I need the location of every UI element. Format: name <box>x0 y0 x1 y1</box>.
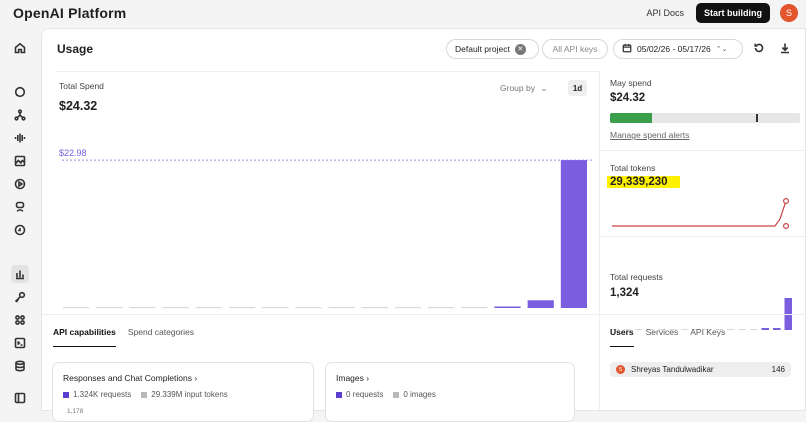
tab-api-capabilities[interactable]: API capabilities <box>53 327 116 347</box>
project-filter[interactable]: Default project ✕ <box>446 39 539 59</box>
capability-stats: 0 requests 0 images <box>336 390 436 399</box>
bar-may-05 <box>162 307 189 309</box>
batch-icon[interactable] <box>11 221 29 239</box>
capability-title: Images › <box>336 373 370 383</box>
spend-progress-fill <box>610 113 652 123</box>
date-range-picker[interactable]: 05/02/26 - 05/17/26 ⌃⌄ <box>613 39 743 59</box>
user-count: 146 <box>771 365 785 374</box>
bar-may-16 <box>527 300 554 308</box>
user-name: Shreyas Tandulwadikar <box>631 365 714 374</box>
tab-spend-categories[interactable]: Spend categories <box>128 327 194 347</box>
breakdown-tabs: Users Services API Keys <box>610 327 725 347</box>
total-tokens-label: Total tokens <box>610 163 656 173</box>
chat-icon[interactable] <box>11 83 29 101</box>
images-icon[interactable] <box>11 152 29 170</box>
date-range-label: 05/02/26 - 05/17/26 <box>637 44 711 54</box>
bar-may-09 <box>295 307 322 309</box>
bar-may-06 <box>195 307 222 309</box>
reference-label: $22.98 <box>59 148 87 158</box>
agents-icon[interactable] <box>11 106 29 124</box>
tab-users[interactable]: Users <box>610 327 634 347</box>
api-keys-filter[interactable]: All API keys <box>542 39 608 59</box>
spend-progress-bar <box>610 113 800 123</box>
bar-may-15 <box>494 306 521 308</box>
bar-may-04 <box>129 307 156 309</box>
tokens-point-end <box>783 197 790 205</box>
download-icon[interactable] <box>779 41 793 55</box>
bar-may-14 <box>461 307 488 309</box>
clear-icon[interactable]: ✕ <box>514 43 526 55</box>
assistants-icon[interactable] <box>11 198 29 216</box>
start-building-button[interactable]: Start building <box>696 3 770 23</box>
may-spend-label: May spend <box>610 78 652 88</box>
capabilities-section: API capabilities Spend categories Respon… <box>42 314 599 422</box>
manage-spend-alerts-link[interactable]: Manage spend alerts <box>610 130 689 140</box>
tokens-line <box>612 200 787 227</box>
home-icon[interactable] <box>11 39 29 57</box>
chevron-right-icon: › <box>194 373 198 383</box>
video-icon[interactable] <box>11 175 29 193</box>
tokens-stat: 29.339M input tokens <box>141 390 228 399</box>
may-spend-card: May spend $24.32 Manage spend alerts <box>600 71 806 151</box>
chevron-right-icon: › <box>366 373 370 383</box>
tokens-sparkline <box>612 197 790 229</box>
api-docs-link[interactable]: API Docs <box>646 8 684 18</box>
avatar: S <box>616 365 625 374</box>
total-requests-label: Total requests <box>610 272 663 282</box>
bar-may-13 <box>428 307 455 309</box>
keys-icon[interactable] <box>11 288 29 306</box>
tab-services[interactable]: Services <box>646 327 679 347</box>
requests-stat: 0 requests <box>336 390 383 399</box>
chevron-updown-icon: ⌃⌄ <box>715 46 728 53</box>
capabilities-tabs: API capabilities Spend categories <box>53 327 194 347</box>
usage-icon[interactable] <box>11 265 29 283</box>
top-bar: OpenAI Platform API Docs Start building … <box>0 0 806 28</box>
images-capability-card[interactable]: Images › 0 requests 0 images <box>325 362 575 422</box>
calendar-icon <box>622 43 632 55</box>
page-title: Usage <box>57 42 94 56</box>
may-spend-amount: $24.32 <box>610 92 646 104</box>
breakdown-section: Users Services API Keys S Shreyas Tandul… <box>599 314 806 412</box>
bar-may-02 <box>63 307 90 309</box>
tab-api-keys[interactable]: API Keys <box>690 327 725 347</box>
images-stat: 0 images <box>393 390 436 399</box>
bar-may-12 <box>394 307 422 309</box>
sidebar-toggle-icon[interactable] <box>11 389 29 407</box>
brand-logo[interactable]: OpenAI Platform <box>13 5 126 21</box>
bar-may-17 <box>560 160 587 308</box>
spend-bar-chart: $22.98May 02May 17 <box>59 148 593 309</box>
total-spend-panel: Total Spend $24.32 Group by ⌄ 1d $22.98M… <box>56 71 599 313</box>
avatar[interactable]: S <box>780 4 798 22</box>
capability-stats: 1.324K requests 29.339M input tokens <box>63 390 228 399</box>
capability-axis-label: 1,178 <box>67 408 84 415</box>
apps-icon[interactable] <box>11 311 29 329</box>
responses-capability-card[interactable]: Responses and Chat Completions › 1.324K … <box>52 362 314 422</box>
bar-may-08 <box>262 307 289 309</box>
total-tokens-card: Total tokens 29,339,230 <box>600 151 806 237</box>
bar-may-11 <box>361 307 388 309</box>
bar-may-10 <box>328 307 355 309</box>
terminal-icon[interactable] <box>11 334 29 352</box>
api-keys-filter-label: All API keys <box>552 44 598 54</box>
list-item[interactable]: S Shreyas Tandulwadikar 146 <box>610 362 791 377</box>
total-tokens-value: 29,339,230 <box>610 176 668 188</box>
tokens-point-current <box>783 222 790 229</box>
capability-title: Responses and Chat Completions › <box>63 373 198 383</box>
storage-icon[interactable] <box>11 357 29 375</box>
refresh-icon[interactable] <box>753 41 767 55</box>
project-filter-label: Default project <box>455 44 510 54</box>
audio-icon[interactable] <box>11 129 29 147</box>
left-nav <box>0 28 40 411</box>
spend-limit-marker <box>756 114 758 122</box>
top-actions: API Docs Start building S <box>646 3 798 23</box>
requests-stat: 1.324K requests <box>63 390 131 399</box>
main-panel: Usage Default project ✕ All API keys 05/… <box>41 28 806 422</box>
bar-may-03 <box>96 307 123 309</box>
bar-may-07 <box>228 307 256 309</box>
